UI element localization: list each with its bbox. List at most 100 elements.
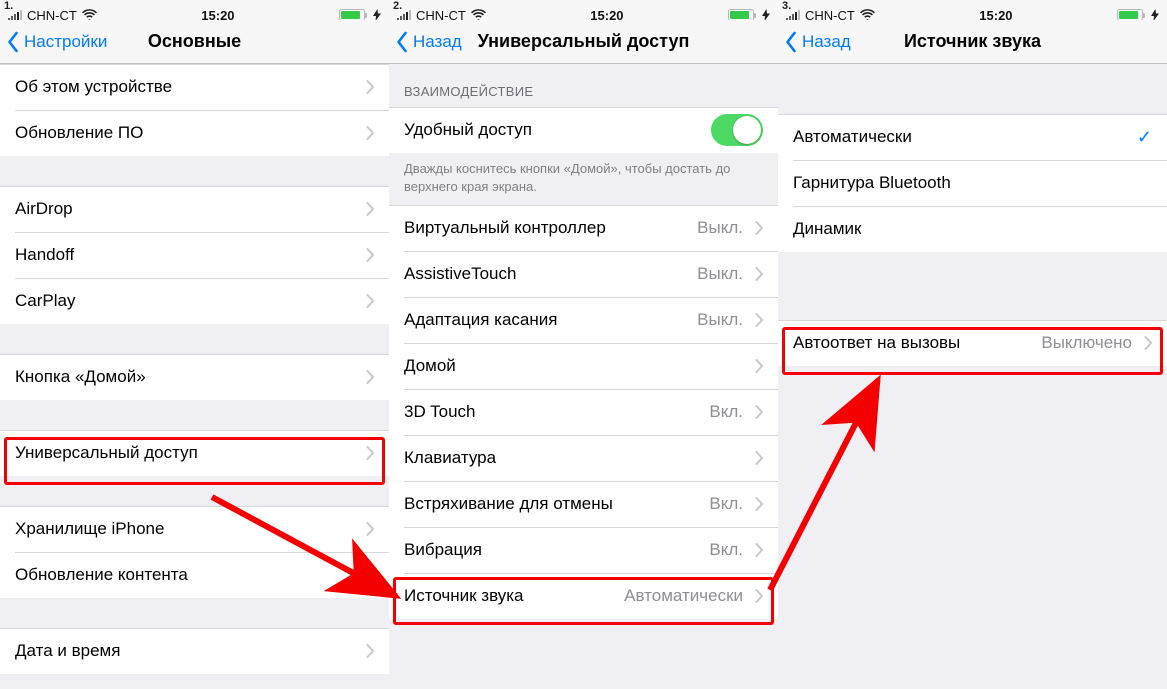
list-item[interactable]: Клавиатура <box>389 435 778 481</box>
section-gap <box>0 476 389 506</box>
back-button[interactable]: Назад <box>389 31 462 53</box>
cell-value: Вкл. <box>709 540 743 560</box>
status-bar: CHN-CT 15:20 <box>0 0 389 20</box>
cell-label: Об этом устройстве <box>15 77 360 97</box>
list-item[interactable]: CarPlay <box>0 278 389 324</box>
cell-label: Динамик <box>793 219 1152 239</box>
cell-value: Вкл. <box>709 494 743 514</box>
nav-bar: Настройки Основные <box>0 20 389 64</box>
cell-group: Об этом устройстве Обновление ПО <box>0 64 389 156</box>
chevron-right-icon <box>755 359 763 373</box>
cell-label: Универсальный доступ <box>15 443 360 463</box>
tutorial-wrap: 1. CHN-CT 15:20 Настройки Основные Об эт… <box>0 0 1167 689</box>
cell-value: Автоматически <box>624 586 743 606</box>
cell-label: Обновление контента <box>15 565 360 585</box>
chevron-right-icon <box>755 497 763 511</box>
cell-label: Встряхивание для отмены <box>404 494 709 514</box>
back-label: Настройки <box>24 32 107 52</box>
chevron-right-icon <box>366 126 374 140</box>
chevron-right-icon <box>755 405 763 419</box>
cell-label: Кнопка «Домой» <box>15 367 360 387</box>
screen-3: 3. CHN-CT 15:20 Назад Источник звука Авт… <box>778 0 1167 689</box>
cell-group: Универсальный доступ <box>0 430 389 476</box>
chevron-right-icon <box>366 446 374 460</box>
cell-label: Вибрация <box>404 540 709 560</box>
cell-label: Хранилище iPhone <box>15 519 360 539</box>
nav-bar: Назад Универсальный доступ <box>389 20 778 64</box>
list-item[interactable]: Встряхивание для отменыВкл. <box>389 481 778 527</box>
settings-list: Автоматически✓Гарнитура Bluetooth Динамик… <box>778 64 1167 366</box>
chevron-right-icon <box>755 543 763 557</box>
cell-value: Выкл. <box>697 310 743 330</box>
list-item[interactable]: Автоответ на вызовыВыключено <box>778 320 1167 366</box>
cell-group: Автоматически✓Гарнитура Bluetooth Динамик <box>778 114 1167 252</box>
chevron-right-icon <box>366 80 374 94</box>
list-item[interactable]: ВибрацияВкл. <box>389 527 778 573</box>
chevron-left-icon <box>784 31 797 53</box>
chevron-right-icon <box>755 451 763 465</box>
chevron-right-icon <box>366 644 374 658</box>
cell-label: Автоматически <box>793 127 1137 147</box>
chevron-right-icon <box>1144 336 1152 350</box>
section-gap <box>778 252 1167 320</box>
list-item[interactable]: Handoff <box>0 232 389 278</box>
list-item[interactable]: Домой <box>389 343 778 389</box>
cell-label: Обновление ПО <box>15 123 360 143</box>
back-button[interactable]: Настройки <box>0 31 107 53</box>
section-gap <box>0 598 389 628</box>
list-item[interactable]: Обновление контента <box>0 552 389 598</box>
section-gap <box>0 156 389 186</box>
cell-value: Выкл. <box>697 264 743 284</box>
cell-group: Удобный доступ <box>389 107 778 153</box>
back-label: Назад <box>802 32 851 52</box>
list-item[interactable]: Гарнитура Bluetooth <box>778 160 1167 206</box>
list-item[interactable]: Удобный доступ <box>389 107 778 153</box>
list-item[interactable]: AirDrop <box>0 186 389 232</box>
cell-value: Выкл. <box>697 218 743 238</box>
list-item[interactable]: Адаптация касанияВыкл. <box>389 297 778 343</box>
section-gap <box>778 64 1167 114</box>
section-footer: Дважды коснитесь кнопки «Домой», чтобы д… <box>389 153 778 205</box>
chevron-right-icon <box>366 568 374 582</box>
list-item[interactable]: Обновление ПО <box>0 110 389 156</box>
section-header: ВЗАИМОДЕЙСТВИЕ <box>389 64 778 107</box>
list-item[interactable]: AssistiveTouchВыкл. <box>389 251 778 297</box>
cell-label: Домой <box>404 356 749 376</box>
list-item[interactable]: Универсальный доступ <box>0 430 389 476</box>
cell-group: Хранилище iPhone Обновление контента <box>0 506 389 598</box>
cell-label: Клавиатура <box>404 448 749 468</box>
list-item[interactable]: Дата и время <box>0 628 389 674</box>
back-button[interactable]: Назад <box>778 31 851 53</box>
toggle-switch[interactable] <box>711 114 763 146</box>
list-item[interactable]: Кнопка «Домой» <box>0 354 389 400</box>
chevron-right-icon <box>366 202 374 216</box>
chevron-left-icon <box>6 31 19 53</box>
list-item[interactable]: Источник звукаАвтоматически <box>389 573 778 619</box>
settings-list: Об этом устройстве Обновление ПО AirDrop Ha… <box>0 64 389 674</box>
cell-group: Дата и время <box>0 628 389 674</box>
section-gap <box>0 400 389 430</box>
settings-list: ВЗАИМОДЕЙСТВИЕУдобный доступДважды косни… <box>389 64 778 619</box>
cell-label: Дата и время <box>15 641 360 661</box>
cell-label: CarPlay <box>15 291 360 311</box>
chevron-right-icon <box>755 589 763 603</box>
status-bar: CHN-CT 15:20 <box>778 0 1167 20</box>
cell-group: Виртуальный контроллерВыкл.AssistiveTouc… <box>389 205 778 619</box>
list-item[interactable]: Динамик <box>778 206 1167 252</box>
cell-label: AssistiveTouch <box>404 264 697 284</box>
cell-group: Кнопка «Домой» <box>0 354 389 400</box>
cell-label: Handoff <box>15 245 360 265</box>
cell-label: Источник звука <box>404 586 624 606</box>
cell-group: AirDrop Handoff CarPlay <box>0 186 389 324</box>
list-item[interactable]: Виртуальный контроллерВыкл. <box>389 205 778 251</box>
list-item[interactable]: Об этом устройстве <box>0 64 389 110</box>
chevron-right-icon <box>366 294 374 308</box>
chevron-right-icon <box>366 522 374 536</box>
chevron-right-icon <box>755 267 763 281</box>
list-item[interactable]: Хранилище iPhone <box>0 506 389 552</box>
cell-label: 3D Touch <box>404 402 709 422</box>
step-num-2: 2. <box>393 0 402 12</box>
chevron-left-icon <box>395 31 408 53</box>
list-item[interactable]: 3D TouchВкл. <box>389 389 778 435</box>
list-item[interactable]: Автоматически✓ <box>778 114 1167 160</box>
